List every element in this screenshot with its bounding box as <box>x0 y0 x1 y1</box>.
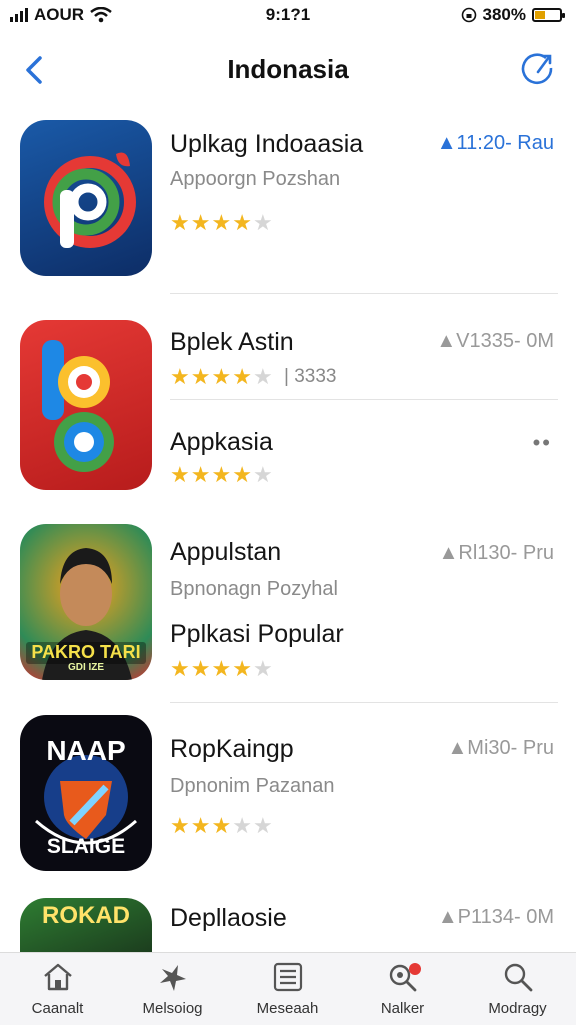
app-subtitle: Appoorgn Pozshan <box>170 168 341 190</box>
app-subtitle: Dpnonim Pazanan <box>170 775 335 797</box>
list-icon <box>273 962 302 992</box>
icon-caption: NAAP <box>46 735 126 766</box>
tab-search[interactable]: Modragy <box>460 953 575 1025</box>
share-icon[interactable] <box>518 48 558 88</box>
search-icon <box>504 963 532 992</box>
star-rating: ★ ★ ★ ★ ★ <box>170 364 273 389</box>
star-rating: ★ ★ ★ ★ ★ <box>170 656 273 681</box>
tab-label: Caanalt <box>31 1000 84 1017</box>
app-title: Depllaosie <box>170 904 287 932</box>
battery-icon <box>532 8 565 22</box>
app-meta: ▲11:20- Rau <box>436 132 554 154</box>
app-meta: ▲V1335- 0M <box>436 330 554 352</box>
rating-count: | 3333 <box>284 366 337 387</box>
tab-label: Nalker <box>380 1000 425 1017</box>
app-title: Uplkag Indoaasia <box>170 130 364 158</box>
app-icon[interactable] <box>20 320 152 490</box>
app-meta: ▲Rl130- Pru <box>438 542 554 564</box>
app-icon[interactable]: NAAP SLAIGE <box>20 715 152 871</box>
battery-percent: 380% <box>482 5 526 24</box>
tab-notifications[interactable]: Nalker <box>345 953 460 1025</box>
status-bar: AOUR 9:1?1 380% <box>0 0 576 30</box>
home-icon <box>43 963 72 991</box>
icon-caption-small: GDI IZE <box>67 662 105 673</box>
app-subtitle: Bpnonagn Pozyhal <box>170 578 338 600</box>
app-title-secondary: Pplkasi Popular <box>170 620 344 648</box>
notification-badge <box>409 963 421 975</box>
star-rating: ★ ★ ★ ★ ★ <box>170 210 273 235</box>
app-meta: ▲Mi30- Pru <box>447 737 555 759</box>
tab-bar: Caanalt Melsoiog Meseaah Nalker Modragy <box>0 952 576 1025</box>
app-icon[interactable] <box>20 120 152 276</box>
navigation-bar: Indonasia <box>0 40 576 100</box>
app-meta: ▲P1134- 0M <box>437 906 554 928</box>
tab-label: Modragy <box>488 1000 547 1017</box>
tab-home[interactable]: Caanalt <box>0 953 115 1025</box>
lock-rotation-icon <box>461 7 476 23</box>
page-title: Indonasia <box>227 54 349 84</box>
app-icon[interactable]: ROKAD <box>20 898 152 958</box>
app-title-secondary: Appkasia <box>170 428 273 456</box>
icon-caption-small: SLAIGE <box>46 835 126 858</box>
icon-caption: ROKAD <box>42 902 130 929</box>
star-burst-icon <box>159 965 186 991</box>
star-rating: ★ ★ ★ ★ ★ <box>170 813 273 838</box>
app-title: Bplek Astin <box>170 328 294 356</box>
tab-label: Melsoiog <box>142 1000 203 1017</box>
star-rating: ★ ★ ★ ★ ★ <box>170 462 273 487</box>
tab-list[interactable]: Meseaah <box>230 953 345 1025</box>
app-icon[interactable]: PAKRO TARI GDI IZE <box>20 524 152 680</box>
tab-label: Meseaah <box>256 1000 319 1017</box>
more-options-icon[interactable]: •• <box>533 430 552 456</box>
tab-games[interactable]: Melsoiog <box>115 953 230 1025</box>
icon-caption: PAKRO TARI <box>31 642 141 662</box>
app-title: Appulstan <box>170 538 282 566</box>
app-title: RopKaingp <box>170 735 294 763</box>
